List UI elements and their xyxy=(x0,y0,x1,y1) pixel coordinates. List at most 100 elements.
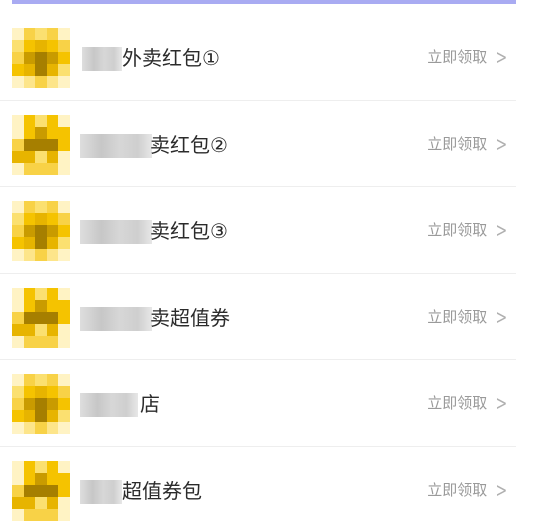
icon-pixel xyxy=(46,311,59,324)
item-title: 卖红包② xyxy=(150,132,228,157)
list-item[interactable]: 超值券包 立即领取 > xyxy=(0,447,516,527)
claim-button[interactable]: 立即领取 > xyxy=(427,220,510,240)
list-item[interactable]: 卖超值券 立即领取 > xyxy=(0,274,516,360)
icon-pixel xyxy=(23,28,36,40)
claim-button[interactable]: 立即领取 > xyxy=(427,307,510,327)
icon-pixel xyxy=(12,52,24,64)
claim-label: 立即领取 xyxy=(427,307,488,326)
icon-pixel xyxy=(35,335,47,348)
icon-pixel xyxy=(35,374,47,386)
icon-pixel xyxy=(58,410,70,422)
claim-button[interactable]: 立即领取 > xyxy=(427,47,510,67)
icon-pixel xyxy=(35,472,47,485)
blurred-text xyxy=(80,220,152,244)
icon-pixel xyxy=(12,28,24,40)
icon-pixel xyxy=(35,237,47,249)
coupon-icon xyxy=(12,374,70,434)
icon-pixel xyxy=(58,28,70,40)
icon-pixel xyxy=(35,52,47,64)
icon-pixel xyxy=(35,76,47,88)
claim-label: 立即领取 xyxy=(427,480,488,499)
icon-pixel xyxy=(12,374,24,386)
icon-pixel xyxy=(23,398,36,410)
icon-pixel xyxy=(12,225,24,237)
icon-pixel xyxy=(58,225,70,237)
icon-pixel xyxy=(58,40,70,52)
icon-pixel xyxy=(23,52,36,64)
icon-pixel xyxy=(23,472,36,485)
icon-pixel xyxy=(23,287,36,300)
icon-pixel xyxy=(23,225,36,237)
icon-pixel xyxy=(35,201,47,213)
icon-pixel xyxy=(12,249,24,261)
icon-pixel xyxy=(35,64,47,76)
icon-pixel xyxy=(58,335,70,348)
icon-pixel xyxy=(35,386,47,398)
icon-pixel xyxy=(23,299,36,312)
icon-pixel xyxy=(46,249,59,261)
icon-pixel xyxy=(12,484,24,497)
chevron-right-icon: > xyxy=(495,477,508,502)
icon-pixel xyxy=(35,28,47,40)
list-item[interactable]: 外卖红包① 立即领取 > xyxy=(0,14,516,101)
icon-pixel xyxy=(46,374,59,386)
list-item[interactable]: 卖红包③ 立即领取 > xyxy=(0,187,516,274)
icon-pixel xyxy=(35,40,47,52)
icon-pixel xyxy=(46,162,59,175)
list-item[interactable]: 卖红包② 立即领取 > xyxy=(0,101,516,187)
blurred-text xyxy=(80,393,138,417)
icon-pixel xyxy=(46,410,59,422)
icon-pixel xyxy=(58,52,70,64)
icon-pixel xyxy=(46,299,59,312)
icon-pixel xyxy=(35,299,47,312)
icon-pixel xyxy=(23,311,36,324)
claim-button[interactable]: 立即领取 > xyxy=(427,480,510,500)
icon-pixel xyxy=(35,213,47,225)
icon-pixel xyxy=(35,249,47,261)
icon-pixel xyxy=(58,237,70,249)
claim-button[interactable]: 立即领取 > xyxy=(427,393,510,413)
icon-pixel xyxy=(35,126,47,139)
icon-pixel xyxy=(35,460,47,473)
icon-pixel xyxy=(46,40,59,52)
icon-pixel xyxy=(58,213,70,225)
icon-pixel xyxy=(12,472,24,485)
icon-pixel xyxy=(58,64,70,76)
icon-pixel xyxy=(12,138,24,151)
icon-pixel xyxy=(46,398,59,410)
icon-pixel xyxy=(46,213,59,225)
list-item[interactable]: 店 立即领取 > xyxy=(0,360,516,447)
icon-pixel xyxy=(12,299,24,312)
icon-pixel xyxy=(46,472,59,485)
coupon-list-page: 外卖红包① 立即领取 > 卖红包② 立即领取 > 卖红包③ 立即领取 > 卖超值… xyxy=(0,0,537,527)
icon-pixel xyxy=(12,126,24,139)
item-title: 超值券包 xyxy=(122,478,202,503)
item-title: 卖红包③ xyxy=(150,219,228,243)
chevron-right-icon: > xyxy=(495,304,508,329)
icon-pixel xyxy=(58,150,70,163)
icon-pixel xyxy=(58,496,70,509)
icon-pixel xyxy=(58,249,70,261)
claim-button[interactable]: 立即领取 > xyxy=(427,134,510,154)
icon-pixel xyxy=(58,114,70,127)
icon-pixel xyxy=(46,386,59,398)
icon-pixel xyxy=(12,460,24,473)
icon-pixel xyxy=(12,76,24,88)
icon-pixel xyxy=(58,460,70,473)
claim-label: 立即领取 xyxy=(427,221,488,239)
chevron-right-icon: > xyxy=(495,391,508,415)
icon-pixel xyxy=(23,508,36,521)
icon-pixel xyxy=(23,460,36,473)
icon-pixel xyxy=(23,335,36,348)
icon-pixel xyxy=(35,398,47,410)
icon-pixel xyxy=(46,52,59,64)
blurred-text xyxy=(80,306,152,331)
icon-pixel xyxy=(23,484,36,497)
icon-pixel xyxy=(12,410,24,422)
icon-pixel xyxy=(58,299,70,312)
icon-pixel xyxy=(58,472,70,485)
icon-pixel xyxy=(12,201,24,213)
icon-pixel xyxy=(58,323,70,336)
icon-pixel xyxy=(35,496,47,509)
icon-pixel xyxy=(12,323,24,336)
